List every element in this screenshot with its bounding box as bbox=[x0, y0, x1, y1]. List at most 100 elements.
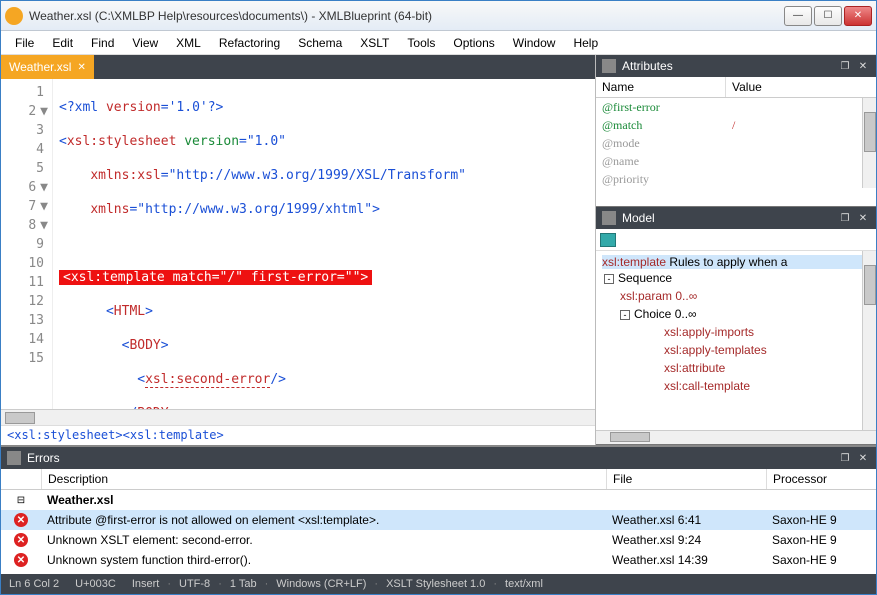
errors-header[interactable]: Errors ❐ ✕ bbox=[1, 447, 876, 469]
window-title: Weather.xsl (C:\XMLBP Help\resources\doc… bbox=[29, 9, 784, 23]
model-header[interactable]: Model ❐ ✕ bbox=[596, 207, 876, 229]
vertical-scrollbar[interactable] bbox=[862, 98, 876, 188]
tree-node[interactable]: -Choice 0..∞ bbox=[604, 305, 870, 323]
menu-xslt[interactable]: XSLT bbox=[352, 33, 397, 53]
minimize-button[interactable]: — bbox=[784, 6, 812, 26]
attr-row[interactable]: @name bbox=[596, 152, 876, 170]
menu-file[interactable]: File bbox=[7, 33, 42, 53]
model-icon bbox=[602, 211, 616, 225]
tree-label: xsl:param 0..∞ bbox=[620, 289, 697, 303]
code-editor[interactable]: 1 2▼ 3 4 5 6▼ 7▼ 8▼ 9 10 11 12 13 14 bbox=[1, 79, 595, 409]
panel-close-icon[interactable]: ✕ bbox=[856, 211, 870, 225]
attributes-columns: Name Value bbox=[596, 77, 876, 98]
collapse-icon[interactable]: - bbox=[620, 310, 630, 320]
horizontal-scrollbar[interactable] bbox=[596, 430, 876, 444]
menu-tools[interactable]: Tools bbox=[399, 33, 443, 53]
attr-row[interactable]: @priority bbox=[596, 170, 876, 188]
errors-icon bbox=[7, 451, 21, 465]
menu-xml[interactable]: XML bbox=[168, 33, 209, 53]
menu-refactoring[interactable]: Refactoring bbox=[211, 33, 288, 53]
selected-line: <xsl:template match="/" first-error=""> bbox=[59, 270, 372, 285]
line-num: 8 bbox=[28, 218, 36, 233]
scroll-thumb[interactable] bbox=[864, 112, 876, 152]
col-file[interactable]: File bbox=[606, 469, 766, 489]
tree-node[interactable]: xsl:call-template bbox=[604, 377, 870, 395]
t: > bbox=[372, 202, 380, 217]
panel-restore-icon[interactable]: ❐ bbox=[838, 59, 852, 73]
attr-name: @first-error bbox=[596, 100, 726, 115]
attr-row[interactable]: @first-error bbox=[596, 98, 876, 116]
status-encoding: UTF-8 bbox=[179, 578, 210, 590]
tree-node[interactable]: -Sequence bbox=[604, 269, 870, 287]
fold-icon[interactable]: ▼ bbox=[40, 218, 48, 233]
error-group[interactable]: ⊟ Weather.xsl bbox=[1, 490, 876, 510]
error-row[interactable]: ✕ Attribute @first-error is not allowed … bbox=[1, 510, 876, 530]
menu-window[interactable]: Window bbox=[505, 33, 564, 53]
app-window: Weather.xsl (C:\XMLBP Help\resources\doc… bbox=[0, 0, 877, 595]
menu-help[interactable]: Help bbox=[565, 33, 606, 53]
close-tab-icon[interactable]: ✕ bbox=[77, 62, 85, 73]
error-desc: Attribute @first-error is not allowed on… bbox=[41, 513, 606, 527]
editor-column: Weather.xsl ✕ 1 2▼ 3 4 5 6▼ 7▼ 8▼ 9 bbox=[1, 55, 596, 445]
tree-node[interactable]: xsl:param 0..∞ bbox=[604, 287, 870, 305]
model-title: Model bbox=[622, 211, 655, 225]
t: xsl:second-error bbox=[145, 372, 270, 388]
line-gutter: 1 2▼ 3 4 5 6▼ 7▼ 8▼ 9 10 11 12 13 14 bbox=[1, 79, 53, 409]
scroll-thumb[interactable] bbox=[5, 412, 35, 424]
horizontal-scrollbar[interactable] bbox=[1, 409, 595, 425]
menu-options[interactable]: Options bbox=[445, 33, 502, 53]
scroll-thumb[interactable] bbox=[864, 265, 876, 305]
t: xsl:stylesheet bbox=[67, 134, 184, 149]
errors-title: Errors bbox=[27, 451, 60, 465]
error-row[interactable]: ✕ Unknown XSLT element: second-error. We… bbox=[1, 530, 876, 550]
vertical-scrollbar[interactable] bbox=[862, 251, 876, 430]
attr-row[interactable]: @match/ bbox=[596, 116, 876, 134]
status-charcode: U+003C bbox=[75, 578, 116, 590]
status-position: Ln 6 Col 2 bbox=[9, 578, 59, 590]
menu-edit[interactable]: Edit bbox=[44, 33, 81, 53]
attributes-header[interactable]: Attributes ❐ ✕ bbox=[596, 55, 876, 77]
tree-node[interactable]: xsl:attribute bbox=[604, 359, 870, 377]
menu-find[interactable]: Find bbox=[83, 33, 122, 53]
fold-icon[interactable]: ▼ bbox=[40, 104, 48, 119]
collapse-icon[interactable]: - bbox=[604, 274, 614, 284]
t: = bbox=[239, 134, 247, 149]
fold-icon[interactable]: ▼ bbox=[40, 180, 48, 195]
t: xmlns bbox=[90, 202, 129, 217]
fold-icon[interactable]: ▼ bbox=[40, 199, 48, 214]
errors-panel: Errors ❐ ✕ Description File Processor ⊟ … bbox=[1, 445, 876, 574]
tree-node[interactable]: xsl:apply-imports bbox=[604, 323, 870, 341]
t: "http://www.w3.org/1999/xhtml" bbox=[137, 202, 372, 217]
breadcrumb-item[interactable]: <xsl:template> bbox=[123, 428, 224, 442]
menu-schema[interactable]: Schema bbox=[290, 33, 350, 53]
close-button[interactable]: ✕ bbox=[844, 6, 872, 26]
breadcrumb-item[interactable]: <xsl:stylesheet> bbox=[7, 428, 123, 442]
t: <?xml bbox=[59, 100, 106, 115]
col-name[interactable]: Name bbox=[596, 77, 726, 97]
file-tab[interactable]: Weather.xsl ✕ bbox=[1, 55, 94, 79]
code-text[interactable]: <?xml version='1.0'?> <xsl:stylesheet ve… bbox=[53, 79, 595, 409]
panel-close-icon[interactable]: ✕ bbox=[856, 59, 870, 73]
line-num: 5 bbox=[36, 161, 44, 176]
scroll-thumb[interactable] bbox=[610, 432, 650, 442]
attr-name: @name bbox=[596, 154, 726, 169]
status-tab: 1 Tab bbox=[230, 578, 257, 590]
panel-restore-icon[interactable]: ❐ bbox=[838, 211, 852, 225]
model-heading[interactable]: xsl:template Rules to apply when a bbox=[602, 255, 870, 269]
model-tool-icon[interactable] bbox=[600, 233, 616, 247]
tree-node[interactable]: xsl:apply-templates bbox=[604, 341, 870, 359]
maximize-button[interactable]: ☐ bbox=[814, 6, 842, 26]
col-description[interactable]: Description bbox=[41, 469, 606, 489]
attr-value: / bbox=[726, 118, 876, 133]
panel-close-icon[interactable]: ✕ bbox=[856, 451, 870, 465]
col-processor[interactable]: Processor bbox=[766, 469, 876, 489]
breadcrumb[interactable]: <xsl:stylesheet><xsl:template> bbox=[1, 425, 595, 445]
t: > bbox=[145, 304, 153, 319]
col-value[interactable]: Value bbox=[726, 77, 768, 97]
attr-row[interactable]: @mode bbox=[596, 134, 876, 152]
panel-restore-icon[interactable]: ❐ bbox=[838, 451, 852, 465]
menu-view[interactable]: View bbox=[124, 33, 166, 53]
collapse-icon[interactable]: ⊟ bbox=[17, 495, 25, 506]
error-row[interactable]: ✕ Unknown system function third-error().… bbox=[1, 550, 876, 570]
t: BODY bbox=[137, 406, 168, 409]
